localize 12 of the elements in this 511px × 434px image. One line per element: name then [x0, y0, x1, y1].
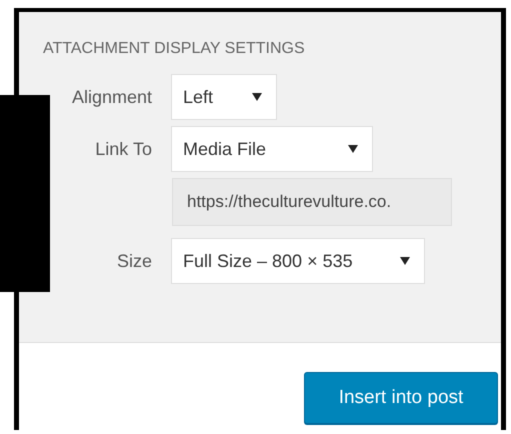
section-heading: ATTACHMENT DISPLAY SETTINGS [43, 39, 306, 59]
caret-icon [400, 257, 410, 265]
select-dropdown[interactable]: Left [171, 74, 277, 120]
field-label: Size [116, 250, 152, 272]
insert-button[interactable]: Insert into post [304, 372, 498, 424]
url-field[interactable]: https://theculturevulture.co. [172, 178, 452, 226]
select-dropdown[interactable]: Media File [171, 126, 373, 172]
select-dropdown[interactable]: Full Size – 800 × 535 [171, 238, 425, 284]
caret-icon [348, 145, 358, 153]
caret-icon [252, 93, 262, 101]
field-label: Link To [95, 138, 152, 160]
field-label: Alignment [72, 86, 152, 108]
